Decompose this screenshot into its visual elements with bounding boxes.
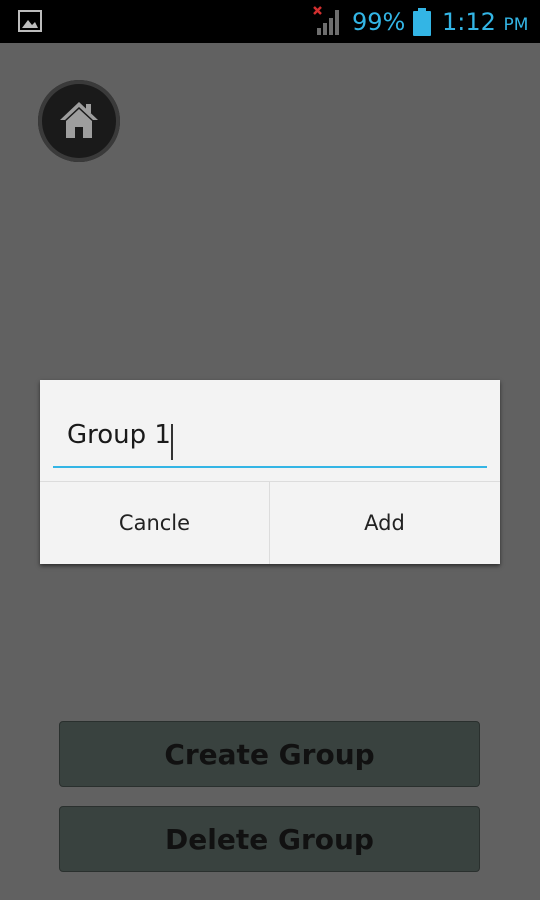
cancel-button[interactable]: Cancle — [40, 482, 269, 564]
signal-no-data-icon — [313, 6, 339, 35]
home-button[interactable] — [38, 80, 120, 162]
battery-icon — [413, 8, 431, 36]
add-group-dialog: Cancle Add — [40, 380, 500, 564]
clock-time: 1:12 — [442, 8, 496, 36]
text-cursor — [171, 424, 173, 460]
image-icon — [18, 10, 42, 32]
status-bar: 99% 1:12 PM — [0, 0, 540, 43]
create-group-button[interactable]: Create Group — [59, 721, 480, 787]
clock: 1:12 PM — [442, 7, 528, 40]
add-button[interactable]: Add — [270, 482, 499, 564]
group-name-input[interactable] — [53, 410, 487, 468]
clock-ampm: PM — [503, 15, 529, 35]
home-icon — [60, 102, 98, 138]
battery-percentage: 99% — [352, 8, 406, 36]
delete-group-button[interactable]: Delete Group — [59, 806, 480, 872]
screen: 99% 1:12 PM Cancle Add Create Group Dele… — [0, 0, 540, 900]
